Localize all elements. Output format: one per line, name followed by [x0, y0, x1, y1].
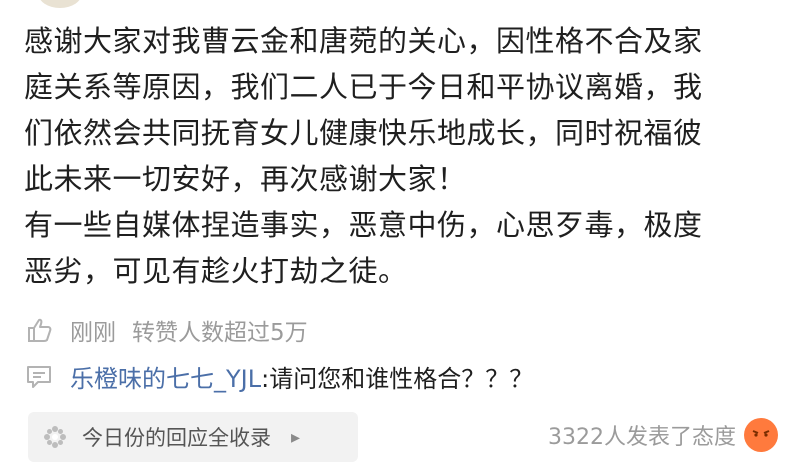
comment: 乐橙味的七七_YJL:请问您和谁性格合？？？ [24, 355, 533, 397]
post-line: 感谢大家对我曹云金和唐菀的关心，因性格不合及家 [24, 24, 703, 58]
post-time: 刚刚 [70, 320, 116, 346]
avatar-edge [38, 0, 82, 8]
comment-text: :请问您和谁性格合？？？ [261, 364, 534, 393]
attitude-count: 3322人发表了态度 [548, 425, 736, 450]
response-collection-card[interactable]: 今日份的回应全收录 ▸ [28, 412, 358, 462]
comment-username-link[interactable]: 乐橙味的七七_YJL [70, 365, 261, 393]
post-line: 们依然会共同抚育女儿健康快乐地成长，同时祝福彼 [24, 116, 703, 150]
thumbs-up-icon[interactable] [24, 315, 54, 345]
post-line: 此未来一切安好，再次感谢大家！ [24, 162, 467, 196]
chevron-right-icon: ▸ [291, 426, 301, 448]
post-line: 恶劣，可见有趁火打劫之徒。 [24, 254, 408, 288]
response-card-label: 今日份的回应全收录 [82, 426, 271, 450]
angry-face-icon [744, 418, 778, 452]
repost-count: 转赞人数超过5万 [132, 320, 308, 346]
comment-icon[interactable] [24, 361, 54, 391]
post-line: 庭关系等原因，我们二人已于今日和平协议离婚，我 [24, 70, 703, 104]
post-meta: 刚刚 转赞人数超过5万 [24, 310, 308, 350]
flower-icon [40, 422, 70, 452]
post-text: 感谢大家对我曹云金和唐菀的关心，因性格不合及家 庭关系等原因，我们二人已于今日和… [24, 18, 776, 294]
post-line: 有一些自媒体捏造事实，恶意中伤，心思歹毒，极度 [24, 208, 703, 242]
attitude-summary[interactable]: 3322人发表了态度 [548, 418, 778, 452]
